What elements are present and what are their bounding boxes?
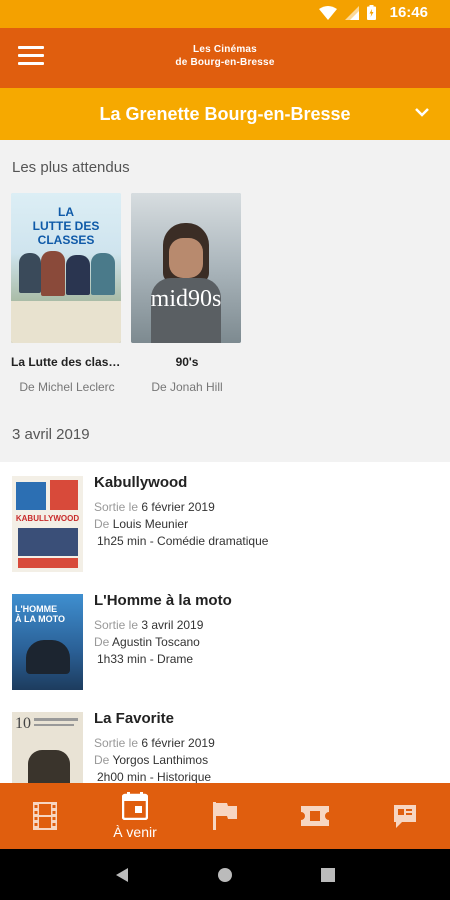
- poster-text: L'HOMME À LA MOTO: [15, 604, 65, 624]
- home-circle-icon: [217, 867, 232, 882]
- wifi-icon: [318, 5, 337, 20]
- menu-icon-line: [18, 54, 44, 57]
- release-date: 6 février 2019: [141, 500, 215, 514]
- film-poster-thumb: L'HOMME À LA MOTO: [12, 594, 83, 690]
- featured-film-title: 90's: [175, 355, 199, 369]
- film-title: Kabullywood: [94, 474, 188, 491]
- brand-line1: Les Cinémas: [193, 44, 257, 55]
- film-list-item[interactable]: L'HOMME À LA MOTO L'Homme à la moto Sort…: [0, 580, 450, 690]
- film-info: L'Homme à la moto Sortie le 3 avril 2019…: [94, 592, 232, 668]
- brand-logo: Les Cinémas de Bourg-en-Bresse: [160, 43, 290, 69]
- poster-text: LUTTE DES: [32, 219, 100, 233]
- menu-button[interactable]: [18, 46, 44, 70]
- film-poster-thumb: 10: [12, 712, 83, 783]
- poster-text: LA: [58, 205, 74, 219]
- cinema-selector[interactable]: La Grenette Bourg-en-Bresse: [0, 88, 450, 140]
- home-button[interactable]: [205, 855, 245, 895]
- status-time: 16:46: [389, 4, 428, 21]
- recents-square-icon: [321, 867, 336, 882]
- poster-image: mid90s: [131, 193, 241, 343]
- featured-film-card[interactable]: mid90s 90's De Jonah Hill: [131, 193, 243, 394]
- recents-button[interactable]: [308, 855, 348, 895]
- poster-text: KABULLYWOOD: [15, 514, 80, 523]
- release-date: 3 avril 2019: [141, 618, 204, 632]
- featured-film-director: De Michel Leclerc: [19, 380, 115, 394]
- film-poster-thumb: KABULLYWOOD: [12, 476, 83, 572]
- director-prefix: De: [94, 753, 113, 767]
- film-info: Kabullywood Sortie le 6 février 2019 De …: [94, 474, 268, 550]
- film-release: Sortie le 6 février 2019: [94, 735, 215, 752]
- poster-text: CLASSES: [37, 233, 95, 247]
- menu-icon-line: [18, 46, 44, 49]
- nav-item-upcoming[interactable]: À venir: [90, 783, 180, 849]
- brand-line2: de Bourg-en-Bresse: [175, 57, 275, 68]
- film-list-item[interactable]: KABULLYWOOD Kabullywood Sortie le 6 févr…: [0, 462, 450, 572]
- back-button[interactable]: [102, 855, 142, 895]
- release-prefix: Sortie le: [94, 736, 142, 750]
- chevron-down-icon: [415, 108, 429, 117]
- menu-icon-line: [18, 62, 44, 65]
- director-name: Louis Meunier: [112, 517, 189, 531]
- poster-image: LA LUTTE DES CLASSES: [11, 193, 121, 343]
- film-meta: 2h00 min - Historique: [97, 770, 212, 783]
- app-bar: Les Cinémas de Bourg-en-Bresse: [0, 28, 450, 88]
- director-name: Agustin Toscano: [112, 635, 200, 649]
- film-director: De Louis Meunier: [94, 516, 268, 533]
- film-info: La Favorite Sortie le 6 février 2019 De …: [94, 710, 215, 783]
- film-title: La Favorite: [94, 710, 175, 727]
- film-release: Sortie le 6 février 2019: [94, 499, 268, 516]
- calendar-icon: [122, 792, 148, 820]
- featured-film-director: De Jonah Hill: [151, 380, 223, 394]
- release-prefix: Sortie le: [94, 618, 142, 632]
- film-director: De Agustin Toscano: [94, 634, 232, 651]
- nav-item-events[interactable]: [180, 783, 270, 849]
- bottom-navigation: À venir: [0, 783, 450, 849]
- back-triangle-icon: [115, 867, 128, 882]
- content-area: Les plus attendus LA LUTTE DES CLASSES L…: [0, 140, 450, 783]
- featured-film-card[interactable]: LA LUTTE DES CLASSES La Lutte des class.…: [11, 193, 123, 394]
- film-strip-icon: [33, 802, 57, 830]
- nav-item-news[interactable]: [360, 783, 450, 849]
- poster-text: 10: [15, 715, 31, 732]
- film-list-item[interactable]: 10 La Favorite Sortie le 6 février 2019 …: [0, 698, 450, 783]
- release-date: 6 février 2019: [141, 736, 215, 750]
- status-bar: 16:46: [0, 0, 450, 28]
- film-director: De Yorgos Lanthimos: [94, 752, 215, 769]
- director-name: Yorgos Lanthimos: [112, 753, 209, 767]
- featured-film-title: La Lutte des class...: [11, 355, 123, 369]
- battery-icon: [366, 5, 376, 20]
- release-prefix: Sortie le: [94, 500, 142, 514]
- nav-item-tickets[interactable]: [270, 783, 360, 849]
- director-prefix: De: [94, 635, 113, 649]
- film-title: L'Homme à la moto: [94, 592, 232, 609]
- film-list: KABULLYWOOD Kabullywood Sortie le 6 févr…: [0, 462, 450, 783]
- message-icon: [394, 805, 416, 828]
- ticket-icon: [301, 806, 329, 826]
- film-release: Sortie le 3 avril 2019: [94, 617, 232, 634]
- film-meta: 1h25 min - Comédie dramatique: [97, 534, 269, 548]
- flag-icon: [213, 802, 237, 830]
- director-prefix: De: [94, 517, 113, 531]
- cinema-selector-label: La Grenette Bourg-en-Bresse: [99, 103, 351, 124]
- nav-label-upcoming: À venir: [113, 824, 157, 840]
- section-title-date: 3 avril 2019: [12, 426, 90, 443]
- signal-icon: [344, 5, 359, 20]
- film-meta: 1h33 min - Drame: [97, 652, 194, 666]
- status-icons: 16:46: [318, 4, 428, 21]
- poster-text: mid90s: [150, 286, 222, 312]
- nav-item-films[interactable]: [0, 783, 90, 849]
- system-navigation: [0, 849, 450, 900]
- section-title-featured: Les plus attendus: [12, 159, 130, 176]
